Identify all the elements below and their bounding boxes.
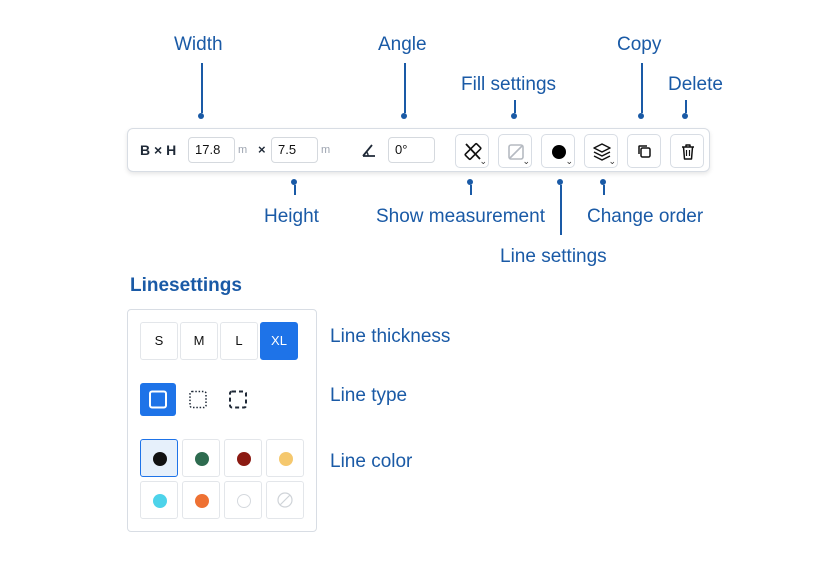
line-type-solid-button[interactable] xyxy=(140,383,176,416)
change-order-button[interactable]: ⌄ xyxy=(584,134,618,168)
leader-dot xyxy=(638,113,644,119)
color-cyan-button[interactable] xyxy=(140,481,178,519)
annotation-fill-settings: Fill settings xyxy=(461,74,557,95)
color-swatch xyxy=(195,452,209,466)
chevron-down-icon: ⌄ xyxy=(565,156,573,166)
leader-dot xyxy=(401,113,407,119)
leader-line xyxy=(560,185,562,235)
color-swatch xyxy=(153,494,167,508)
thickness-l-button[interactable]: L xyxy=(220,322,258,360)
line-type-dashed-button[interactable] xyxy=(220,383,256,416)
angle-input[interactable]: 0° xyxy=(388,137,435,163)
color-none-button[interactable] xyxy=(266,481,304,519)
leader-line xyxy=(514,100,516,113)
fill-settings-button[interactable]: ⌄ xyxy=(498,134,532,168)
angle-icon xyxy=(360,142,378,160)
annotation-change-order: Change order xyxy=(587,206,704,227)
annotation-line-settings: Line settings xyxy=(500,246,607,267)
color-yellow-button[interactable] xyxy=(266,439,304,477)
leader-line xyxy=(294,185,296,195)
color-orange-button[interactable] xyxy=(182,481,220,519)
annotation-angle: Angle xyxy=(378,34,427,55)
leader-dot xyxy=(511,113,517,119)
color-swatch xyxy=(279,452,293,466)
line-thickness-label: Line thickness xyxy=(330,326,451,347)
leader-line xyxy=(685,100,687,113)
leader-line xyxy=(603,185,605,195)
width-unit: m xyxy=(238,144,248,156)
dashed-square-icon xyxy=(220,390,256,420)
leader-dot xyxy=(682,113,688,119)
height-unit: m xyxy=(321,144,331,156)
annotation-delete: Delete xyxy=(668,74,723,95)
chevron-down-icon: ⌄ xyxy=(608,156,616,166)
line-type-label: Line type xyxy=(330,385,408,406)
annotation-width: Width xyxy=(174,34,223,55)
solid-square-icon xyxy=(140,390,176,420)
show-measurement-button[interactable]: ⌄ xyxy=(455,134,489,168)
color-swatch xyxy=(195,494,209,508)
leader-dot xyxy=(198,113,204,119)
no-color-icon xyxy=(267,492,305,524)
leader-line xyxy=(404,63,406,113)
dimensions-label: B × H xyxy=(140,142,177,158)
dotted-square-icon xyxy=(180,390,216,420)
chevron-down-icon: ⌄ xyxy=(522,156,530,166)
thickness-xl-button[interactable]: XL xyxy=(260,322,298,360)
line-settings-button[interactable]: ⌄ xyxy=(541,134,575,168)
delete-button[interactable] xyxy=(670,134,704,168)
annotation-copy: Copy xyxy=(617,34,662,55)
color-black-button[interactable] xyxy=(140,439,178,477)
color-swatch xyxy=(237,452,251,466)
thickness-s-button[interactable]: S xyxy=(140,322,178,360)
color-dark-red-button[interactable] xyxy=(224,439,262,477)
color-swatch xyxy=(153,452,167,466)
copy-button[interactable] xyxy=(627,134,661,168)
color-swatch xyxy=(237,494,251,508)
color-green-button[interactable] xyxy=(182,439,220,477)
chevron-down-icon: ⌄ xyxy=(479,156,487,166)
leader-line xyxy=(201,63,203,113)
leader-line xyxy=(641,63,643,113)
shape-toolbar: B × H 17.8 m × 7.5 m 0° ⌄ ⌄ ⌄ ⌄ xyxy=(127,128,710,172)
annotation-height: Height xyxy=(264,206,319,227)
leader-line xyxy=(470,185,472,195)
line-color-label: Line color xyxy=(330,451,413,472)
line-settings-title: Linesettings xyxy=(130,275,242,296)
line-type-dotted-button[interactable] xyxy=(180,383,216,416)
annotation-show-measurement: Show measurement xyxy=(376,206,545,227)
thickness-m-button[interactable]: M xyxy=(180,322,218,360)
height-input[interactable]: 7.5 xyxy=(271,137,318,163)
width-input[interactable]: 17.8 xyxy=(188,137,235,163)
color-white-button[interactable] xyxy=(224,481,262,519)
line-settings-panel: S M L XL xyxy=(127,309,317,532)
times-sign: × xyxy=(258,142,266,157)
